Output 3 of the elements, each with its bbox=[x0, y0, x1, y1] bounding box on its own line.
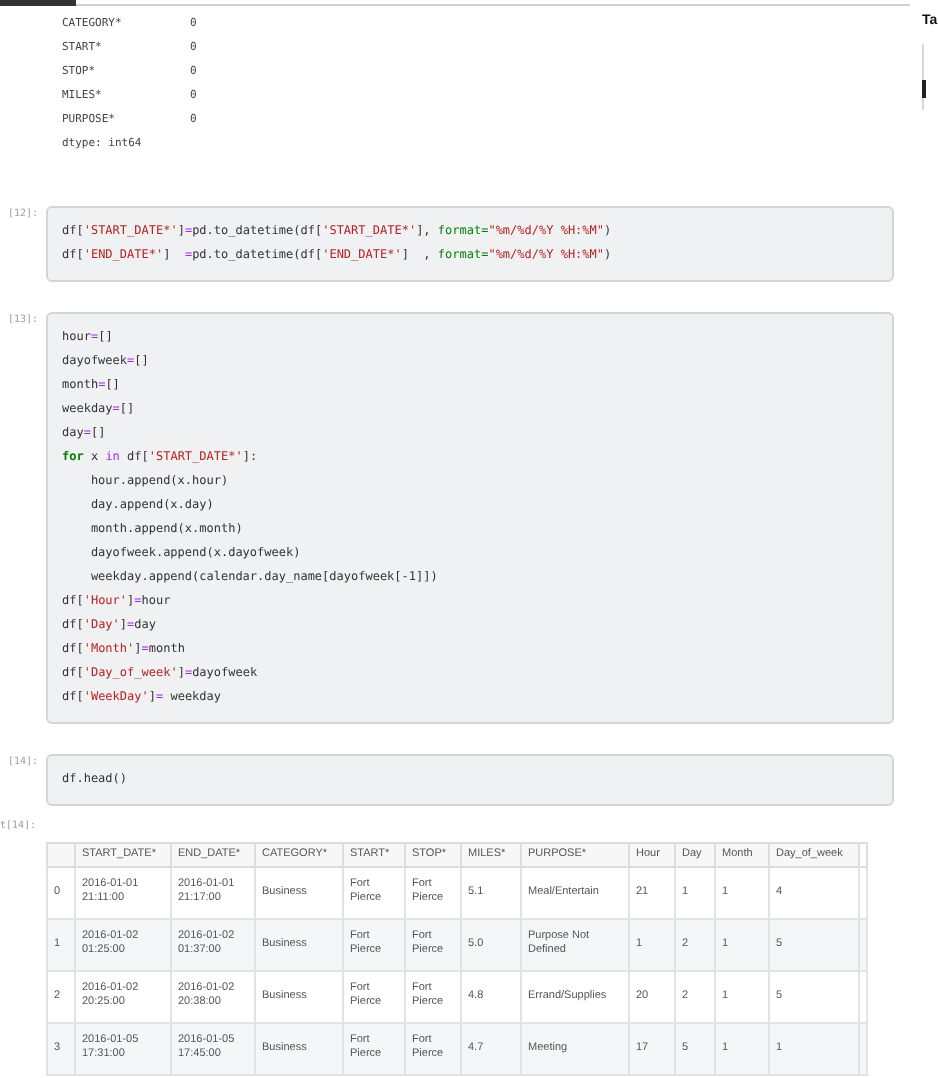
scrollbar bbox=[922, 43, 924, 109]
tab-indicator bbox=[0, 0, 76, 6]
code-cell[interactable] bbox=[46, 312, 894, 724]
